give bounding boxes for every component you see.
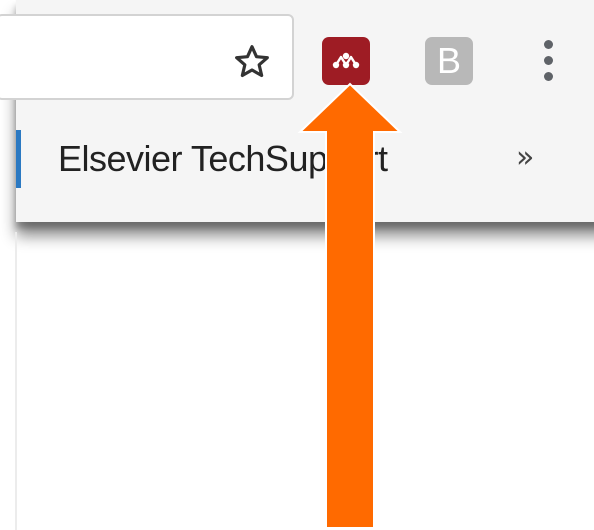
arrow-up-icon (297, 82, 403, 529)
screenshot-stage: B Elsevier TechSupport » (0, 0, 594, 530)
